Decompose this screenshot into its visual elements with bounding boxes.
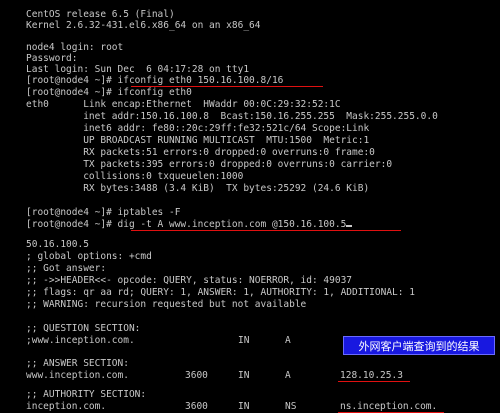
terminal-line: node4 login: root <box>26 42 124 53</box>
terminal-line: [root@node4 ~]# iptables -F <box>26 207 181 218</box>
terminal-line: www.inception.com. <box>26 370 129 381</box>
terminal-line: [root@node4 ~]# ifconfig eth0 150.16.100… <box>26 75 284 86</box>
command-text: [root@node4 ~]# dig -t A www.inception.c… <box>26 219 347 230</box>
terminal-line: ;; ->>HEADER<<- opcode: QUERY, status: N… <box>26 275 353 286</box>
terminal-line: collisions:0 txqueuelen:1000 <box>26 171 244 182</box>
terminal-line: ;; QUESTION SECTION: <box>26 323 141 334</box>
terminal-line: ;www.inception.com. <box>26 335 135 346</box>
terminal-line: TX packets:395 errors:0 dropped:0 overru… <box>26 159 393 170</box>
terminal-line: ;; Got answer: <box>26 263 107 274</box>
terminal-line: ;; flags: qr aa rd; QUERY: 1, ANSWER: 1,… <box>26 287 415 298</box>
terminal-line: UP BROADCAST RUNNING MULTICAST MTU:1500 … <box>26 135 370 146</box>
terminal-line: CentOS release 6.5 (Final) <box>26 9 175 20</box>
answer-value-underline <box>338 381 410 382</box>
terminal-line: inet addr:150.16.100.8 Bcast:150.16.255.… <box>26 111 438 122</box>
terminal-line: RX packets:51 errors:0 dropped:0 overrun… <box>26 147 375 158</box>
terminal-line: ;; AUTHORITY SECTION: <box>26 389 147 400</box>
ifconfig-command-underline <box>131 86 323 87</box>
answer-class: IN <box>238 370 250 381</box>
authority-ttl: 3600 <box>185 401 208 412</box>
terminal-line: ;; WARNING: recursion requested but not … <box>26 299 307 310</box>
question-class: IN <box>238 335 250 346</box>
terminal-line: eth0 Link encap:Ethernet HWaddr 00:0C:29… <box>26 99 341 110</box>
terminal-line: ; global options: +cmd <box>26 251 152 262</box>
terminal-line: Kernel 2.6.32-431.el6.x86_64 on an x86_6… <box>26 20 261 31</box>
authority-type: NS <box>285 401 297 412</box>
terminal-line: [root@node4 ~]# ifconfig eth0 <box>26 87 192 98</box>
dig-command-underline <box>131 230 401 231</box>
terminal-line: inet6 addr: fe80::20c:29ff:fe32:521c/64 … <box>26 123 370 134</box>
answer-type: A <box>285 370 291 381</box>
terminal-window[interactable]: CentOS release 6.5 (Final) Kernel 2.6.32… <box>0 0 500 413</box>
terminal-line: ;; ANSWER SECTION: <box>26 358 129 369</box>
terminal-command-line: [root@node4 ~]# dig -t A www.inception.c… <box>26 219 353 230</box>
answer-ttl: 3600 <box>185 370 208 381</box>
question-type: A <box>285 335 291 346</box>
answer-value: 128.10.25.3 <box>340 370 403 381</box>
terminal-line: 50.16.100.5 <box>26 239 89 250</box>
terminal-line: Password: <box>26 53 78 64</box>
cursor <box>346 225 353 227</box>
result-annotation-callout: 外网客户端查询到的结果 <box>343 336 495 355</box>
authority-value: ns.inception.com. <box>340 401 438 412</box>
terminal-line: inception.com. <box>26 401 107 412</box>
terminal-line: RX bytes:3488 (3.4 KiB) TX bytes:25292 (… <box>26 183 370 194</box>
terminal-line: Last login: Sun Dec 6 04:17:28 on tty1 <box>26 64 250 75</box>
authority-class: IN <box>238 401 250 412</box>
